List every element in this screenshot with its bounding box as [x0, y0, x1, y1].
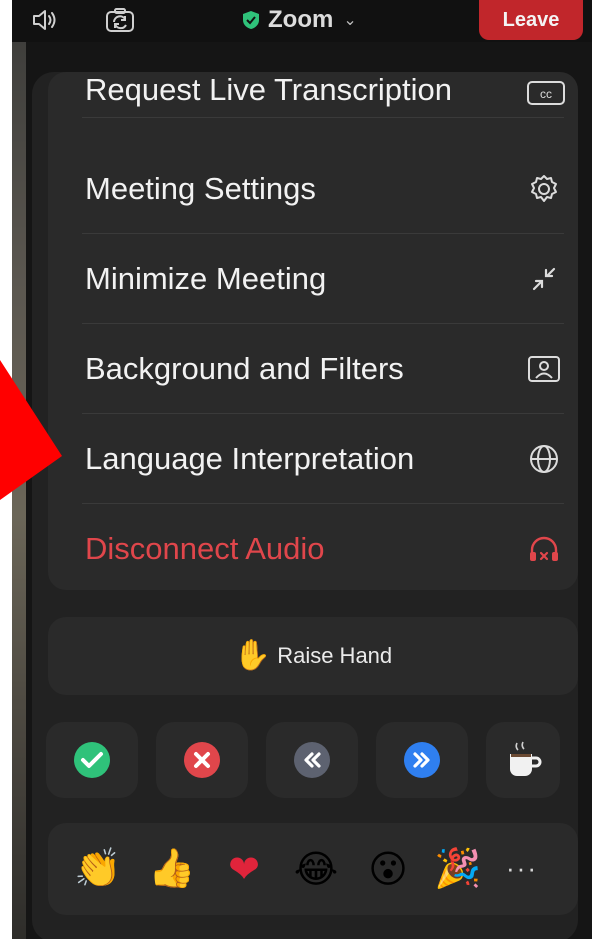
- menu-item-label: Meeting Settings: [85, 171, 316, 206]
- reaction-no-button[interactable]: [156, 722, 248, 798]
- emoji-reactions-row: 👏 👍 ❤ 😂 😮 🎉 ···: [48, 823, 578, 915]
- speaker-icon[interactable]: [30, 6, 62, 34]
- red-x-icon: [184, 742, 220, 778]
- menu-item-label: Disconnect Audio: [85, 531, 325, 566]
- menu-item-label: Background and Filters: [85, 351, 404, 386]
- raise-hand-button[interactable]: ✋ Raise Hand: [48, 617, 578, 695]
- thumbs-up-emoji-icon[interactable]: 👍: [148, 845, 196, 893]
- surprised-emoji-icon[interactable]: 😮: [364, 845, 412, 893]
- more-emoji-button[interactable]: ···: [506, 853, 538, 884]
- nonverbal-feedback-row: [46, 722, 576, 798]
- menu-item-label: Language Interpretation: [85, 441, 415, 476]
- portrait-frame-icon: [528, 356, 560, 382]
- closed-captions-icon: cc: [527, 81, 565, 105]
- chevron-down-icon: ⌄: [343, 12, 357, 29]
- meeting-title[interactable]: Zoom ⌄: [242, 4, 357, 36]
- raise-hand-label: Raise Hand: [277, 643, 393, 668]
- coffee-icon: [510, 741, 542, 776]
- menu-item-minimize-meeting[interactable]: Minimize Meeting: [48, 234, 578, 324]
- reaction-faster-button[interactable]: [376, 722, 468, 798]
- clap-emoji-icon[interactable]: 👏: [74, 845, 122, 893]
- app-title: Zoom: [268, 6, 334, 33]
- more-menu-list: Request Live Transcription cc Meeting Se…: [48, 72, 578, 590]
- switch-camera-icon[interactable]: [104, 6, 136, 34]
- raised-hand-icon: ✋: [233, 639, 272, 672]
- menu-item-meeting-settings[interactable]: Meeting Settings: [48, 144, 578, 234]
- menu-item-disconnect-audio[interactable]: Disconnect Audio: [48, 504, 578, 590]
- menu-item-label: Minimize Meeting: [85, 261, 327, 296]
- menu-item-background-filters[interactable]: Background and Filters: [48, 324, 578, 414]
- menu-item-language-interpretation[interactable]: Language Interpretation: [48, 414, 578, 504]
- rewind-icon: [294, 742, 330, 778]
- heart-emoji-icon[interactable]: ❤: [220, 845, 268, 893]
- party-popper-emoji-icon[interactable]: 🎉: [434, 845, 482, 893]
- minimize-arrows-icon: [532, 267, 556, 291]
- menu-item-live-transcription[interactable]: Request Live Transcription cc: [48, 72, 578, 118]
- divider: [82, 117, 564, 118]
- leave-button[interactable]: Leave: [479, 0, 583, 40]
- reaction-slower-button[interactable]: [266, 722, 358, 798]
- svg-text:cc: cc: [540, 87, 552, 101]
- headphones-disconnect-icon: [530, 536, 558, 561]
- annotation-arrow: [0, 360, 62, 500]
- top-bar: Zoom ⌄ Leave: [12, 0, 592, 42]
- gear-icon: [531, 175, 557, 202]
- fast-forward-icon: [404, 742, 440, 778]
- reaction-coffee-button[interactable]: [486, 722, 560, 798]
- green-check-icon: [74, 742, 110, 778]
- globe-icon: [530, 445, 558, 473]
- shield-check-icon: [243, 11, 259, 29]
- menu-item-label: Request Live Transcription: [85, 72, 453, 107]
- tears-of-joy-emoji-icon[interactable]: 😂: [292, 845, 340, 893]
- reaction-yes-button[interactable]: [46, 722, 138, 798]
